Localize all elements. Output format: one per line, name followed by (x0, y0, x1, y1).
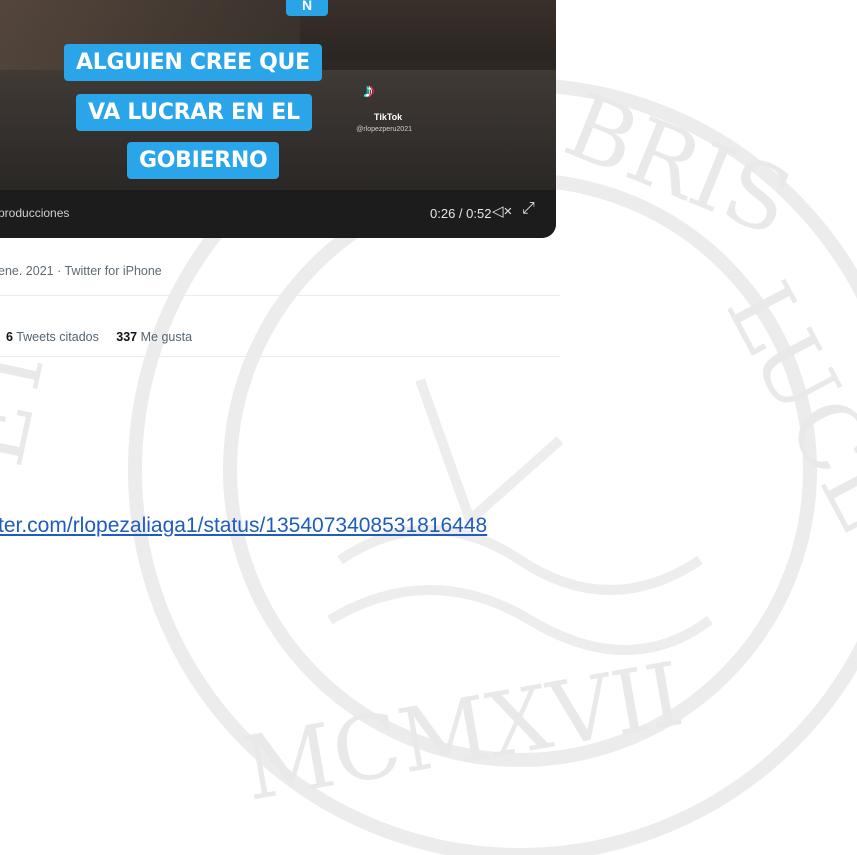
video-top-badge: N (286, 0, 328, 16)
divider (0, 295, 560, 296)
tweet-url-link[interactable]: ter.com/rlopezaliaga1/status/13540734085… (0, 514, 487, 538)
video-frame[interactable]: N ALGUIEN CREE QUE VA LUCRAR EN EL GOBIE… (0, 0, 556, 190)
watermark-motto-left: ET (0, 330, 68, 475)
video-channel: producciones (0, 206, 70, 220)
tiktok-watermark: ♪ TikTok @rlopezperu2021 (312, 80, 412, 140)
expand-icon[interactable]: ⤢ (522, 200, 535, 218)
quote-label[interactable]: Tweets citados (16, 330, 99, 344)
like-label[interactable]: Me gusta (141, 330, 192, 344)
tiktok-handle: @rlopezperu2021 (356, 126, 412, 133)
tiktok-logo-icon: ♪ (364, 80, 374, 102)
watermark-roman: MCMXVII (236, 642, 690, 820)
video-caption-line: VA LUCRAR EN EL (76, 94, 312, 131)
video-caption-line: GOBIERNO (127, 142, 280, 179)
divider (0, 356, 560, 357)
tiktok-brand: TikTok (374, 112, 403, 122)
tweet-meta: ene. 2021 · Twitter for iPhone (0, 264, 162, 278)
tweet-stats: 6 Tweets citados 337 Me gusta (6, 330, 192, 344)
video-controls: producciones 0:26 / 0:52 ◁× ⤢ (0, 190, 556, 238)
video-caption-line: ALGUIEN CREE QUE (64, 44, 322, 81)
watermark-motto-top: BRIS (552, 73, 806, 257)
watermark-motto-right: LUCET (706, 266, 857, 603)
video-player[interactable]: N ALGUIEN CREE QUE VA LUCRAR EN EL GOBIE… (0, 0, 556, 238)
speaker-muted-icon[interactable]: ◁× (492, 202, 512, 220)
like-count[interactable]: 337 (116, 330, 137, 344)
quote-count[interactable]: 6 (6, 330, 13, 344)
video-time: 0:26 / 0:52 (430, 206, 492, 221)
